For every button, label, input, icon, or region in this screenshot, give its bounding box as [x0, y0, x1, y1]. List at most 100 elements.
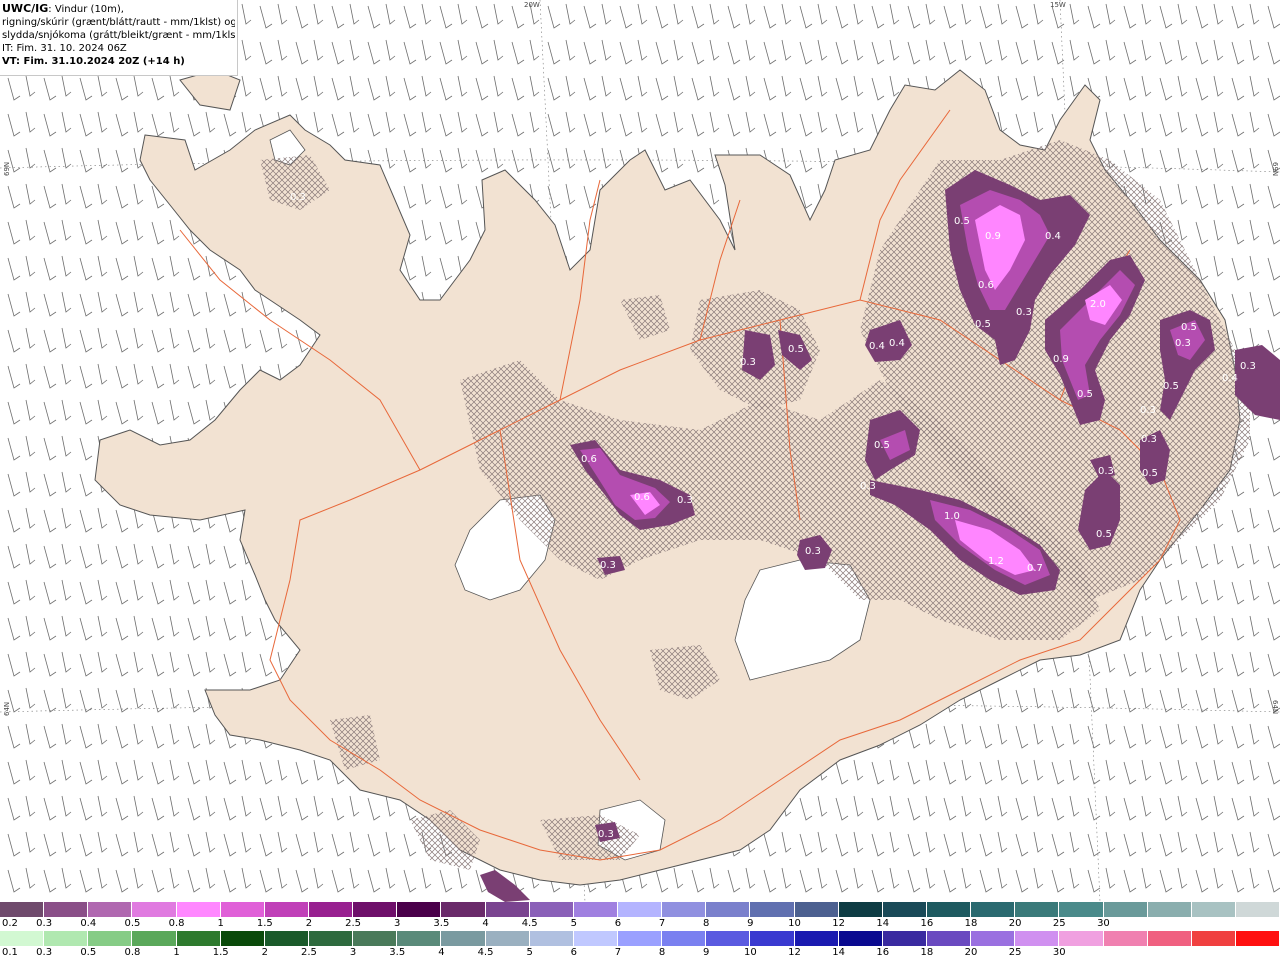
legend-label: 18 [920, 947, 934, 958]
legend-swatch [44, 902, 89, 917]
legend-swatch [264, 931, 309, 946]
rain-legend-labels: 0.1 0.3 0.5 0.8 1 1.5 2 2.5 3 3.5 4 4.5 5 6 7 8 9 10 12 14 1… [0, 946, 1280, 960]
legend-swatch [529, 902, 574, 917]
legend-label: 7 [658, 918, 666, 929]
legend-swatch [220, 931, 265, 946]
legend-label: 0.4 [80, 918, 97, 929]
legend-label: 2.5 [301, 947, 317, 958]
precip-value: 0.5 [954, 216, 970, 227]
legend-swatch [264, 902, 309, 917]
precip-value: 0.3 [1175, 338, 1191, 349]
legend-swatch [529, 931, 574, 946]
legend-label: 4.5 [477, 947, 494, 958]
legend-swatch [441, 931, 486, 946]
legend-label: 25 [1052, 918, 1066, 929]
legend-label: 6 [614, 918, 622, 929]
coord-label-left-69n: 69N [3, 161, 11, 176]
legend-swatch [441, 902, 486, 917]
legend-swatch [794, 931, 839, 946]
precip-value: 0.3 [805, 546, 821, 557]
coord-label-15w: 15W [1050, 1, 1066, 9]
legend-swatch [662, 931, 707, 946]
precip-value: 2.0 [1090, 299, 1106, 310]
legend-swatch [838, 931, 883, 946]
precip-value: 0.6 [634, 492, 650, 503]
legend-label: 30 [1097, 918, 1110, 929]
precip-value: 0.5 [1163, 381, 1179, 392]
precip-value: 0.3 [1098, 466, 1114, 477]
precip-value: 0.3 [740, 357, 756, 368]
legend-swatch [176, 902, 221, 917]
legend-label: 16 [920, 918, 934, 929]
precip-value: 0.6 [581, 454, 597, 465]
legend-label: 8 [658, 947, 666, 958]
legend-swatch [750, 902, 795, 917]
weather-map[interactable]: 0.3 0.3 0.5 0.4 0.4 0.5 0.9 0.4 0.6 0.5 … [0, 0, 1280, 902]
legend-label: 14 [832, 947, 845, 958]
legend-label: 18 [964, 918, 978, 929]
legend-swatch [926, 902, 972, 917]
model-name: UWC/IG [2, 2, 49, 15]
precip-value: 0.3 [600, 560, 616, 571]
legend-swatch [971, 902, 1016, 917]
legend-label: 0.5 [80, 947, 97, 958]
precip-value: 0.5 [1181, 322, 1197, 333]
precip-value: 0.3 [1140, 405, 1156, 416]
precip-value: 0.3 [1016, 307, 1032, 318]
legend-swatch [1015, 931, 1060, 946]
legend-label: 1 [217, 918, 224, 929]
precip-value: 0.5 [1077, 389, 1093, 400]
legend-label: 3.5 [433, 918, 450, 929]
legend-swatch [0, 931, 45, 946]
legend-label: 3.5 [389, 947, 406, 958]
legend-label: 3 [349, 947, 357, 958]
legend-swatch [794, 902, 839, 917]
snow-legend-labels: 0.2 0.3 0.4 0.5 0.8 1 1.5 2 2.5 3 3.5 4 4.5 5 6 7 8 9 10 12… [0, 917, 1280, 931]
legend-swatch [1147, 902, 1192, 917]
legend-swatch [1103, 902, 1148, 917]
precip-value: 0.6 [978, 280, 994, 291]
legend-swatch [1103, 931, 1148, 946]
legend-swatch [44, 931, 89, 946]
legend-swatch [838, 902, 883, 917]
rain-legend: 0.1 0.3 0.5 0.8 1 1.5 2 2.5 3 3.5 4 4.5 5 6 7 8 9 10 12 14 1… [0, 931, 1280, 960]
map-info-box: UWC/IG: Vindur (10m), rigning/skúrir (gr… [0, 0, 238, 76]
precip-value: 0.3 [290, 192, 306, 203]
legend-label: 4.5 [521, 918, 538, 929]
legend-label: 0.3 [36, 918, 53, 929]
precip-value: 0.5 [975, 319, 991, 330]
legend-label: 12 [832, 918, 845, 929]
legend-swatch [0, 902, 45, 917]
info-rain-description: rigning/skúrir (grænt/blátt/rautt - mm/1… [2, 17, 235, 28]
legend-swatch [926, 931, 972, 946]
legend-swatch [1015, 902, 1060, 917]
info-title-rest: : Vindur (10m), [48, 4, 124, 15]
legend-label: 2.5 [345, 918, 362, 929]
legend-swatch [617, 902, 663, 917]
legend-label: 12 [788, 947, 801, 958]
legend-swatch [1235, 931, 1280, 946]
legend-label: 5 [526, 947, 533, 958]
legend-label: 10 [743, 947, 757, 958]
legend-label: 2 [305, 918, 313, 929]
info-title-line: UWC/IG: Vindur (10m), [2, 2, 235, 16]
legend-swatch [176, 931, 221, 946]
precip-value: 0.3 [677, 495, 693, 506]
legend-label: 7 [614, 947, 622, 958]
precip-value: 0.5 [874, 440, 890, 451]
legend-swatch [573, 931, 618, 946]
legend-swatch [485, 931, 530, 946]
precip-value: 0.4 [1222, 373, 1238, 384]
legend-label: 14 [876, 918, 890, 929]
legend-label: 0.8 [124, 947, 141, 958]
legend-swatch [706, 902, 751, 917]
precip-value: 1.0 [944, 511, 960, 522]
legend-swatch [308, 931, 354, 946]
legend-swatch [88, 902, 133, 917]
precip-value: 0.3 [860, 481, 876, 492]
legend-swatch [882, 902, 927, 917]
legend-label: 20 [964, 947, 978, 958]
legend-swatch [353, 931, 398, 946]
legend-label: 0.5 [124, 918, 141, 929]
legend-swatch [1235, 902, 1280, 917]
